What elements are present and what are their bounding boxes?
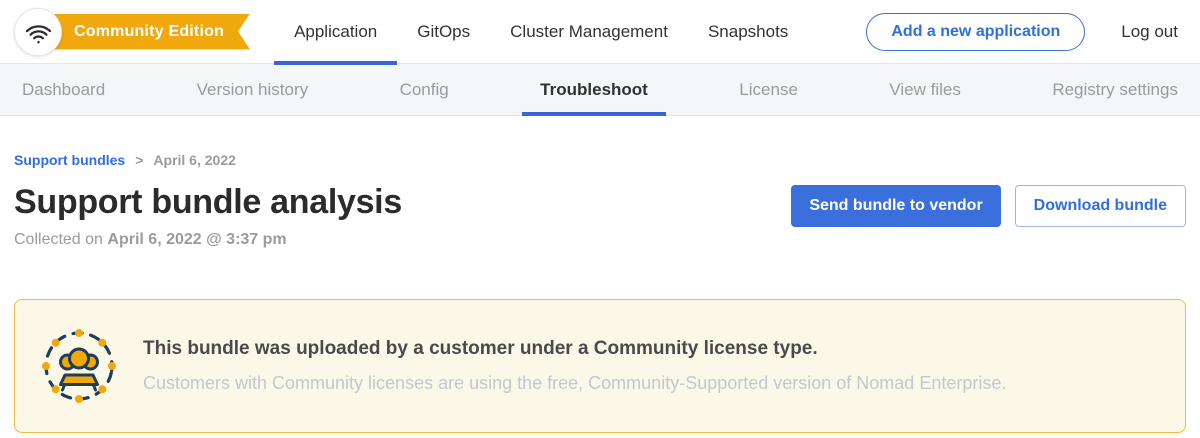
subtab-version-history[interactable]: Version history (181, 64, 325, 115)
subtab-config[interactable]: Config (384, 64, 465, 115)
tab-cluster-management[interactable]: Cluster Management (490, 0, 688, 64)
logout-link[interactable]: Log out (1121, 22, 1178, 42)
notice-subtitle: Customers with Community licenses are us… (143, 373, 1006, 394)
subtab-view-files[interactable]: View files (873, 64, 977, 115)
breadcrumb-support-bundles-link[interactable]: Support bundles (14, 152, 125, 168)
download-bundle-button[interactable]: Download bundle (1015, 185, 1186, 227)
collected-prefix: Collected on (14, 231, 103, 248)
title-row: Support bundle analysis Send bundle to v… (14, 182, 1186, 227)
subtab-dashboard[interactable]: Dashboard (6, 64, 121, 115)
brand: Community Edition (14, 8, 250, 56)
replicated-logo[interactable] (14, 8, 62, 56)
collected-timestamp: Collected on April 6, 2022 @ 3:37 pm (14, 231, 1186, 249)
collected-date: April 6, 2022 @ 3:37 pm (107, 231, 286, 248)
top-right-actions: Add a new application Log out (866, 13, 1178, 51)
subtab-troubleshoot[interactable]: Troubleshoot (524, 64, 664, 115)
community-people-icon (41, 328, 117, 404)
tab-snapshots[interactable]: Snapshots (688, 0, 808, 64)
subtab-registry-settings[interactable]: Registry settings (1036, 64, 1194, 115)
title-actions: Send bundle to vendor Download bundle (791, 182, 1186, 227)
notice-title: This bundle was uploaded by a customer u… (143, 338, 1006, 360)
breadcrumb-current: April 6, 2022 (153, 152, 236, 168)
send-bundle-to-vendor-button[interactable]: Send bundle to vendor (791, 185, 1000, 227)
breadcrumb-separator: > (135, 152, 143, 168)
tab-application[interactable]: Application (274, 0, 397, 64)
community-edition-badge: Community Edition (46, 14, 250, 50)
top-navigation-bar: Community Edition Application GitOps Clu… (0, 0, 1200, 64)
notice-text: This bundle was uploaded by a customer u… (143, 338, 1006, 394)
main-content: Support bundles > April 6, 2022 Support … (0, 152, 1200, 433)
tab-gitops[interactable]: GitOps (397, 0, 490, 64)
app-sub-navigation: Dashboard Version history Config Trouble… (0, 64, 1200, 116)
top-tabs: Application GitOps Cluster Management Sn… (274, 0, 808, 64)
page-title: Support bundle analysis (14, 182, 402, 222)
community-license-notice: This bundle was uploaded by a customer u… (14, 299, 1186, 433)
breadcrumb: Support bundles > April 6, 2022 (14, 152, 1186, 168)
add-new-application-button[interactable]: Add a new application (866, 13, 1085, 51)
replicated-logo-icon (25, 18, 52, 45)
subtab-license[interactable]: License (723, 64, 814, 115)
